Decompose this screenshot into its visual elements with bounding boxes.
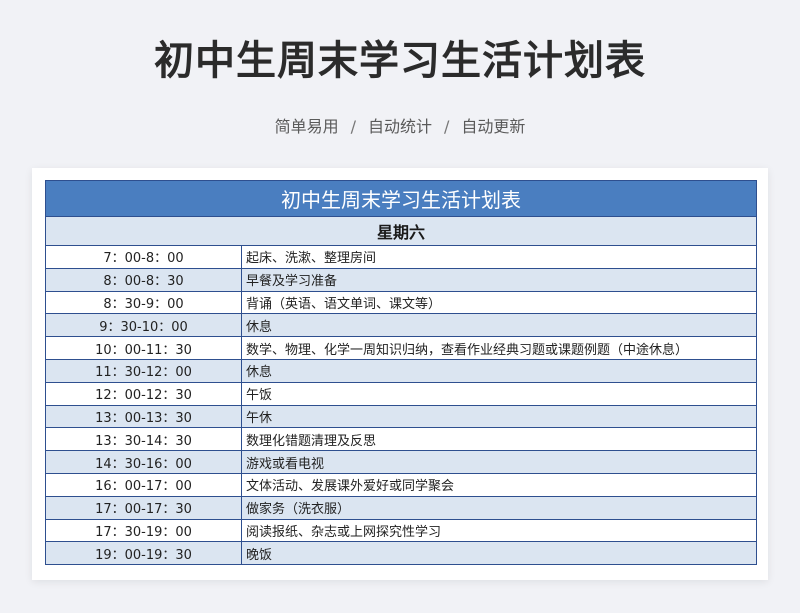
table-row: 10：00-11：30 数学、物理、化学一周知识归纳，查看作业经典习题或课题例题（… [45, 336, 757, 360]
subtitle-item: 简单易用 [274, 117, 339, 136]
table-row: 11：30-12：00 休息 [45, 358, 757, 383]
page-title: 初中生周末学习生活计划表 [154, 38, 646, 84]
time-cell[interactable]: 9：30-10：00 [45, 313, 242, 338]
table-row: 17：30-19：00 阅读报纸、杂志或上网探究性学习 [45, 518, 757, 543]
schedule-table: 初中生周末学习生活计划表 星期六 7：00-8：00 起床、洗漱、整理房间 8：00… [45, 180, 757, 566]
activity-cell[interactable]: 午饭 [241, 381, 757, 406]
table-row: 8：30-9：00 背诵（英语、语文单词、课文等） [45, 290, 757, 315]
time-cell[interactable]: 7：00-8：00 [45, 245, 242, 269]
time-cell[interactable]: 13：00-13：30 [45, 404, 242, 429]
activity-cell[interactable]: 起床、洗漱、整理房间 [241, 245, 757, 269]
time-cell[interactable]: 16：00-17：00 [45, 472, 242, 497]
activity-cell[interactable]: 数学、物理、化学一周知识归纳，查看作业经典习题或课题例题（中途休息） [241, 336, 757, 360]
subtitle-item: 自动统计 [367, 117, 432, 136]
table-row: 14：30-16：00 游戏或看电视 [45, 450, 757, 474]
activity-cell[interactable]: 做家务（洗衣服） [241, 495, 757, 520]
activity-cell[interactable]: 晚饭 [241, 541, 757, 566]
day-header-row: 星期六 [45, 216, 757, 246]
table-title-row: 初中生周末学习生活计划表 [45, 180, 757, 217]
time-cell[interactable]: 10：00-11：30 [45, 336, 242, 360]
activity-cell[interactable]: 阅读报纸、杂志或上网探究性学习 [241, 518, 757, 543]
subtitle-separator: / [444, 117, 450, 136]
activity-cell[interactable]: 游戏或看电视 [241, 450, 757, 474]
time-cell[interactable]: 14：30-16：00 [45, 450, 242, 474]
activity-cell[interactable]: 休息 [241, 358, 757, 383]
time-cell[interactable]: 17：00-17：30 [45, 495, 242, 520]
time-cell[interactable]: 12：00-12：30 [45, 381, 242, 406]
time-cell[interactable]: 11：30-12：00 [45, 358, 242, 383]
table-row: 16：00-17：00 文体活动、发展课外爱好或同学聚会 [45, 472, 757, 497]
time-cell[interactable]: 8：00-8：30 [45, 267, 242, 292]
time-cell[interactable]: 13：30-14：30 [45, 427, 242, 452]
table-row: 7：00-8：00 起床、洗漱、整理房间 [45, 245, 757, 269]
activity-cell[interactable]: 文体活动、发展课外爱好或同学聚会 [241, 472, 757, 497]
subtitle: 简单易用 / 自动统计 / 自动更新 [0, 113, 800, 137]
table-row: 19：00-19：30 晚饭 [45, 541, 757, 566]
activity-cell[interactable]: 午休 [241, 404, 757, 429]
table-title: 初中生周末学习生活计划表 [45, 180, 757, 217]
activity-cell[interactable]: 休息 [241, 313, 757, 338]
activity-cell[interactable]: 数理化错题清理及反思 [241, 427, 757, 452]
subtitle-separator: / [350, 117, 356, 136]
table-row: 9：30-10：00 休息 [45, 313, 757, 338]
time-cell[interactable]: 8：30-9：00 [45, 290, 242, 315]
time-cell[interactable]: 17：30-19：00 [45, 518, 242, 543]
table-row: 13：30-14：30 数理化错题清理及反思 [45, 427, 757, 452]
table-row: 8：00-8：30 早餐及学习准备 [45, 267, 757, 292]
subtitle-item: 自动更新 [461, 117, 526, 136]
table-row: 12：00-12：30 午饭 [45, 381, 757, 406]
activity-cell[interactable]: 早餐及学习准备 [241, 267, 757, 292]
table-row: 13：00-13：30 午休 [45, 404, 757, 429]
activity-cell[interactable]: 背诵（英语、语文单词、课文等） [241, 290, 757, 315]
spreadsheet-card: 初中生周末学习生活计划表 星期六 7：00-8：00 起床、洗漱、整理房间 8：00… [32, 168, 768, 580]
day-header: 星期六 [45, 216, 757, 246]
time-cell[interactable]: 19：00-19：30 [45, 541, 242, 566]
table-row: 17：00-17：30 做家务（洗衣服） [45, 495, 757, 520]
